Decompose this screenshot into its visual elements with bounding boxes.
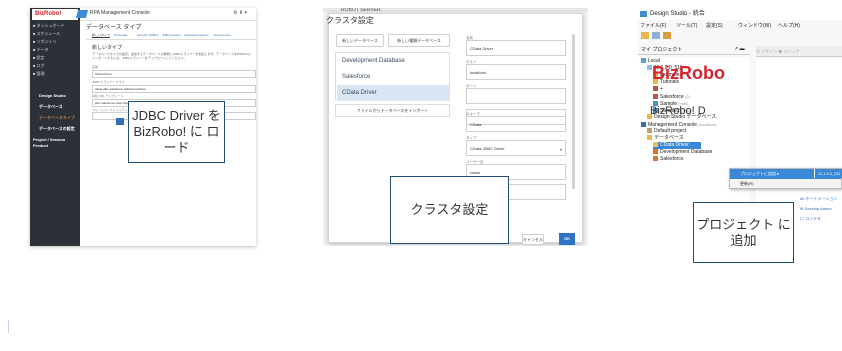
upload-button[interactable]: [116, 118, 124, 125]
ok-button[interactable]: OK: [559, 233, 575, 245]
sidebar-item-database-type[interactable]: データベースタイプ: [39, 115, 75, 121]
console-icon: [641, 122, 646, 128]
project-icon: [647, 128, 652, 134]
callout-jdbc-driver: JDBC Driver をBizRobo! に ロード: [128, 101, 225, 163]
page-title: データベース タイプ: [86, 25, 142, 31]
menu-item-update[interactable]: 更新(R): [730, 179, 841, 189]
tab-environment[interactable]: Environment: [214, 33, 231, 37]
sidebar-item-design-studio[interactable]: Design Studio: [39, 93, 66, 99]
callout-text: JDBC Driver をBizRobo! に ロード: [132, 108, 221, 155]
console-sidebar: ■ ダッシュボード ■ スケジュール ■ リポジトリ ■ データ ■ 設定 ■ …: [30, 8, 80, 246]
tab-advanced[interactable]: Advanced Options: [184, 33, 209, 37]
section-description: データベースタイプの設定。追加するデータベースの種類とJDBCドライバーを指定し…: [92, 52, 252, 60]
robot-icon: [653, 86, 658, 92]
menu-settings[interactable]: 設定(S): [706, 21, 723, 31]
port-field[interactable]: [466, 88, 566, 104]
app-icon: [640, 11, 647, 17]
sidebar-item[interactable]: ■ ダッシュボード: [33, 23, 65, 29]
callout-text: プロジェクト に追加: [696, 216, 791, 248]
section-title: 新しいタイプ: [92, 45, 123, 51]
tree-node[interactable]: +: [653, 86, 663, 93]
cancel-button[interactable]: キャンセル: [522, 234, 544, 245]
name-field[interactable]: CData Driver: [466, 40, 566, 56]
submenu-item-project[interactable]: 11.1.0.0_511: [814, 169, 842, 178]
new-database-button[interactable]: 新しいデータベース: [336, 34, 384, 47]
dialog-title: クラスタ設定: [326, 16, 374, 25]
callout-add-to-project: プロジェクト に追加: [693, 202, 794, 263]
robot-icon: [653, 94, 658, 100]
open-folder-icon[interactable]: [641, 32, 649, 39]
background-window-title: ROBOT SERVER: [323, 8, 588, 13]
refresh-icon[interactable]: [663, 32, 671, 39]
editor-link[interactable]: ⊕ Desktop Autom: [800, 206, 832, 211]
tree-node-selected[interactable]: CData Driver: [653, 142, 701, 149]
field-label: 接続 URL テンプレート: [92, 94, 124, 98]
list-item[interactable]: Development Database: [337, 53, 450, 69]
callout-text: クラスタ設定: [410, 202, 489, 217]
editor-tabs[interactable]: ▦ デザイン ◆ デバッグ: [756, 46, 842, 57]
callout-cluster-settings: クラスタ設定: [390, 176, 509, 244]
sidebar-item[interactable]: ■ データ: [33, 47, 49, 53]
menu-file[interactable]: ファイル(F): [640, 21, 666, 31]
menu-help[interactable]: ヘルプ(H): [778, 21, 800, 31]
project-panel-tools[interactable]: ↗ ▬: [734, 46, 745, 52]
schema-field[interactable]: CData: [466, 116, 566, 132]
tree-node[interactable]: Default project: [647, 128, 686, 135]
tab-jdbc-feature[interactable]: JDBC Feature: [162, 33, 181, 37]
brand-heading: BizRobo: [652, 63, 725, 83]
sidebar-item[interactable]: ■ 管理: [33, 71, 45, 77]
tree-node[interactable]: データベース: [647, 135, 684, 142]
chevron-down-icon: ▾: [560, 147, 563, 152]
menu-tools[interactable]: ツール(T): [676, 21, 697, 31]
type-select[interactable]: CData JDBC Driver: [466, 140, 566, 156]
driver-class-field[interactable]: cdata.jdbc.salesforce.SalesforceDriver: [92, 85, 256, 93]
tree-node[interactable]: Salesforce (2): [653, 93, 690, 100]
database-icon: [653, 149, 658, 155]
tab-properties[interactable]: Properties: [114, 33, 128, 37]
database-icon: [653, 142, 658, 148]
field-label: 名前: [92, 65, 99, 69]
text-cursor-marker: [8, 320, 9, 333]
editor-link[interactable]: eb オートメーション: [800, 196, 837, 202]
user-menu[interactable]: ⚙ ⬇ ▾: [233, 10, 247, 16]
tab-security[interactable]: Security (JDBC): [137, 33, 159, 37]
import-database-button[interactable]: ファイルからデータベースをインポート: [335, 104, 450, 117]
tree-node[interactable]: Development Database: [653, 149, 712, 156]
database-list: Development Database Salesforce CData Dr…: [335, 52, 450, 101]
name-field[interactable]: CData Driver: [92, 70, 256, 78]
brand-subheading: BizRobo! D: [650, 105, 706, 117]
app-title: RPA Management Console: [90, 10, 150, 16]
database-icon: [653, 156, 658, 162]
host-field[interactable]: localhost: [466, 64, 566, 80]
sidebar-item[interactable]: ■ リポジトリ: [33, 39, 57, 45]
editor-link[interactable]: い コンテキ: [800, 216, 821, 222]
window-title: Design Studio - 統合: [638, 8, 842, 20]
tree-node[interactable]: Management Console (localhost): [641, 121, 717, 128]
list-item[interactable]: Salesforce: [337, 69, 450, 85]
computer-icon: [641, 58, 646, 64]
toolbar: [638, 31, 842, 41]
bizrobo-logo: BizRobo!: [32, 9, 78, 20]
sidebar-item[interactable]: ■ ログ: [33, 63, 45, 69]
tab-new-type[interactable]: 新しいタイプ: [92, 33, 111, 38]
sidebar-item-database-settings[interactable]: データベースの設定: [39, 126, 75, 132]
list-item-selected[interactable]: CData Driver: [337, 85, 450, 101]
tree-node[interactable]: Salesforce: [653, 156, 684, 163]
menu-bar: ファイル(F) ツール(T) 設定(S) ウィンドウ(W) ヘルプ(H): [638, 21, 842, 31]
scrollbar[interactable]: [572, 34, 575, 189]
save-icon[interactable]: [652, 32, 660, 39]
field-label: JDBC ドライバークラス: [92, 80, 125, 84]
sidebar-item[interactable]: ■ 設定: [33, 55, 45, 61]
database-folder-icon: [647, 135, 652, 141]
sidebar-item-database[interactable]: データベース: [39, 104, 63, 110]
sidebar-item[interactable]: ■ スケジュール: [33, 31, 60, 37]
sidebar-item-project[interactable]: Project / Session Product: [33, 137, 80, 148]
new-mapping-database-button[interactable]: 新しい種類データベース: [388, 34, 450, 47]
menu-window[interactable]: ウィンドウ(W): [738, 21, 771, 31]
